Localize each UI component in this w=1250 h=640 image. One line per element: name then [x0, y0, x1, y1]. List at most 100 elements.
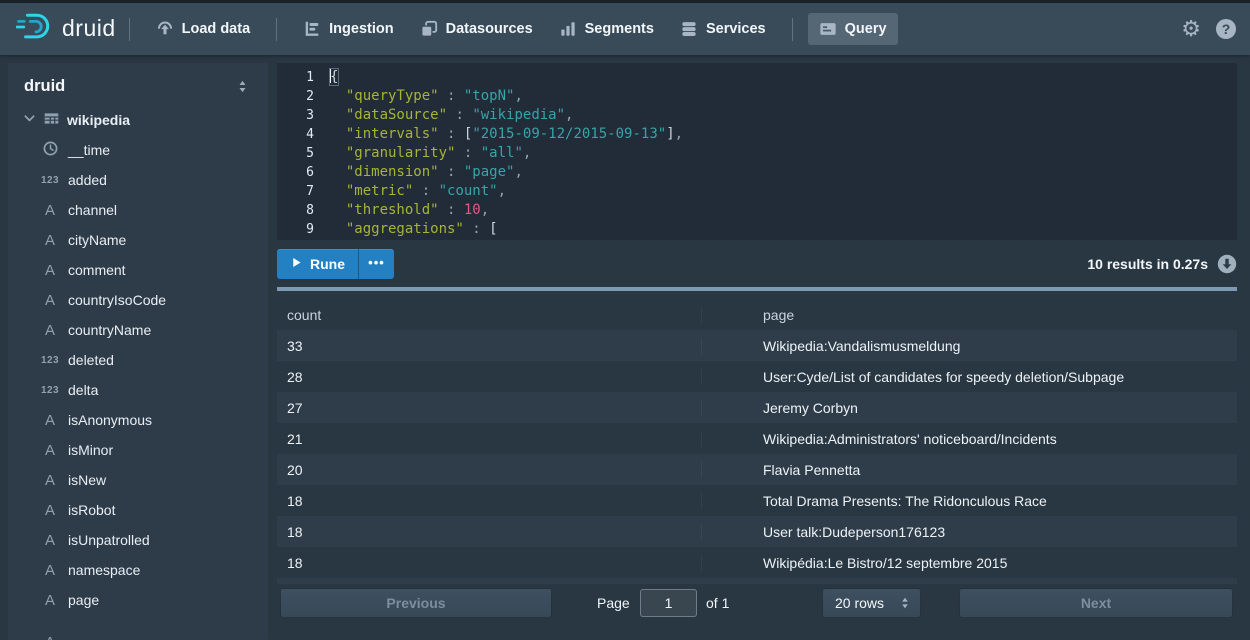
- pagination-bar: Previous Page of 1 20 rows Next: [277, 588, 1237, 618]
- gantt-icon: [303, 20, 321, 38]
- download-icon[interactable]: [1217, 254, 1237, 274]
- line-number: 7: [277, 182, 329, 201]
- column-label: comment: [68, 262, 126, 278]
- nav-item-segments[interactable]: Segments: [548, 13, 665, 45]
- nav-item-services[interactable]: Services: [669, 13, 777, 45]
- column-label: isMinor: [68, 442, 113, 458]
- string-type-icon: A: [45, 412, 55, 429]
- schema-sort-icon[interactable]: [235, 79, 250, 94]
- column-item-countryIsoCode[interactable]: AcountryIsoCode: [8, 285, 268, 315]
- column-label: page: [68, 592, 99, 608]
- column-label: countryName: [68, 322, 151, 338]
- header-cell-page[interactable]: page: [702, 307, 1237, 323]
- nav-item-query[interactable]: Query: [808, 13, 898, 45]
- top-navbar: druid Load data Ingestion DatasourcesSegme…: [0, 0, 1250, 55]
- column-item-cityName[interactable]: AcityName: [8, 225, 268, 255]
- string-type-icon: A: [45, 322, 55, 339]
- number-type-icon: 123: [41, 385, 59, 396]
- help-icon[interactable]: ?: [1216, 19, 1236, 39]
- column-item-deleted[interactable]: 123deleted: [8, 345, 268, 375]
- next-page-button[interactable]: Next: [959, 588, 1233, 618]
- editor-line: 5 "granularity" : "all",: [277, 144, 1237, 163]
- cell-page[interactable]: Wikipedia:Vandalismusmeldung: [702, 338, 1237, 354]
- table-row: 18User talk:Dudeperson176123: [277, 516, 1237, 547]
- brand-wordmark: druid: [62, 15, 116, 42]
- page-label: Page: [597, 588, 630, 618]
- column-item-countryName[interactable]: AcountryName: [8, 315, 268, 345]
- column-label: channel: [68, 202, 117, 218]
- run-row: Rune ••• 10 results in 0.27s: [277, 249, 1237, 279]
- cell-count[interactable]: 18: [277, 493, 702, 509]
- table-row: 18Total Drama Presents: The Ridonculous …: [277, 485, 1237, 516]
- column-item-isNew[interactable]: AisNew: [8, 465, 268, 495]
- line-number: 4: [277, 125, 329, 144]
- column-item-namespace[interactable]: Anamespace: [8, 555, 268, 585]
- nav-item-datasources[interactable]: Datasources: [409, 13, 544, 45]
- page-number-input[interactable]: [640, 589, 697, 617]
- cell-page[interactable]: Total Drama Presents: The Ridonculous Ra…: [702, 493, 1237, 509]
- column-item-partial: A: [8, 627, 268, 640]
- editor-line: 2 "queryType" : "topN",: [277, 87, 1237, 106]
- run-button[interactable]: Rune: [277, 249, 358, 279]
- cell-count[interactable]: 18: [277, 524, 702, 540]
- line-number: 6: [277, 163, 329, 182]
- nav-item-load-data[interactable]: Load data: [145, 13, 261, 45]
- column-item-delta[interactable]: 123delta: [8, 375, 268, 405]
- cell-page[interactable]: Jeremy Corbyn: [702, 400, 1237, 416]
- column-item-added[interactable]: 123added: [8, 165, 268, 195]
- column-item-isMinor[interactable]: AisMinor: [8, 435, 268, 465]
- cell-count[interactable]: 20: [277, 462, 702, 478]
- datasource-row-wikipedia[interactable]: wikipedia: [8, 105, 268, 135]
- editor-line: 7 "metric" : "count",: [277, 182, 1237, 201]
- column-label: countryIsoCode: [68, 292, 166, 308]
- nav-right: ⚙ ?: [1181, 18, 1236, 40]
- line-number: 5: [277, 144, 329, 163]
- column-item-isAnonymous[interactable]: AisAnonymous: [8, 405, 268, 435]
- database-icon: [680, 20, 698, 38]
- console-icon: [819, 20, 837, 38]
- line-number: 8: [277, 201, 329, 220]
- column-item-page[interactable]: Apage: [8, 585, 268, 615]
- column-item-__time[interactable]: __time: [8, 135, 268, 165]
- druid-brand[interactable]: druid: [16, 11, 116, 48]
- cell-page[interactable]: Flavia Pennetta: [702, 462, 1237, 478]
- settings-gear-icon[interactable]: ⚙: [1181, 18, 1201, 40]
- column-label: isRobot: [68, 502, 115, 518]
- column-label: namespace: [68, 562, 140, 578]
- column-item-isUnpatrolled[interactable]: AisUnpatrolled: [8, 525, 268, 555]
- column-item-comment[interactable]: Acomment: [8, 255, 268, 285]
- cell-count[interactable]: 18: [277, 555, 702, 571]
- nav-item-ingestion[interactable]: Ingestion: [292, 13, 404, 45]
- cell-page[interactable]: Wikipédia:Le Bistro/12 septembre 2015: [702, 555, 1237, 571]
- rows-per-page-value: 20 rows: [835, 595, 884, 611]
- table-row: 21Wikipedia:Administrators' noticeboard/…: [277, 423, 1237, 454]
- results-header-row: count page: [277, 300, 1237, 330]
- cell-page[interactable]: User:Cyde/List of candidates for speedy …: [702, 369, 1237, 385]
- run-more-button[interactable]: •••: [358, 249, 394, 279]
- editor-results-splitter[interactable]: [277, 287, 1237, 291]
- nav-item-label: Ingestion: [329, 21, 393, 37]
- cell-page[interactable]: Wikipedia:Administrators' noticeboard/In…: [702, 431, 1237, 447]
- column-label: deleted: [68, 352, 114, 368]
- query-editor[interactable]: 1{2 "queryType" : "topN",3 "dataSource" …: [277, 63, 1237, 240]
- cell-count[interactable]: 28: [277, 369, 702, 385]
- table-row: 28User:Cyde/List of candidates for speed…: [277, 361, 1237, 392]
- cell-page[interactable]: User talk:Dudeperson176123: [702, 524, 1237, 540]
- string-type-icon: A: [45, 202, 55, 219]
- table-row: 33Wikipedia:Vandalismusmeldung: [277, 330, 1237, 361]
- schema-title: druid: [24, 77, 65, 96]
- string-type-icon: A: [45, 292, 55, 309]
- query-view: 1{2 "queryType" : "topN",3 "dataSource" …: [277, 63, 1237, 618]
- nav-item-label: Query: [845, 21, 887, 37]
- line-number: 3: [277, 106, 329, 125]
- previous-page-button[interactable]: Previous: [280, 588, 552, 618]
- column-item-isRobot[interactable]: AisRobot: [8, 495, 268, 525]
- string-type-icon: A: [45, 532, 55, 549]
- results-rows: 33Wikipedia:Vandalismusmeldung28User:Cyd…: [277, 330, 1237, 578]
- rows-per-page-select[interactable]: 20 rows: [822, 588, 921, 618]
- cell-count[interactable]: 33: [277, 338, 702, 354]
- column-item-channel[interactable]: Achannel: [8, 195, 268, 225]
- cell-count[interactable]: 21: [277, 431, 702, 447]
- cell-count[interactable]: 27: [277, 400, 702, 416]
- header-cell-count[interactable]: count: [277, 307, 702, 323]
